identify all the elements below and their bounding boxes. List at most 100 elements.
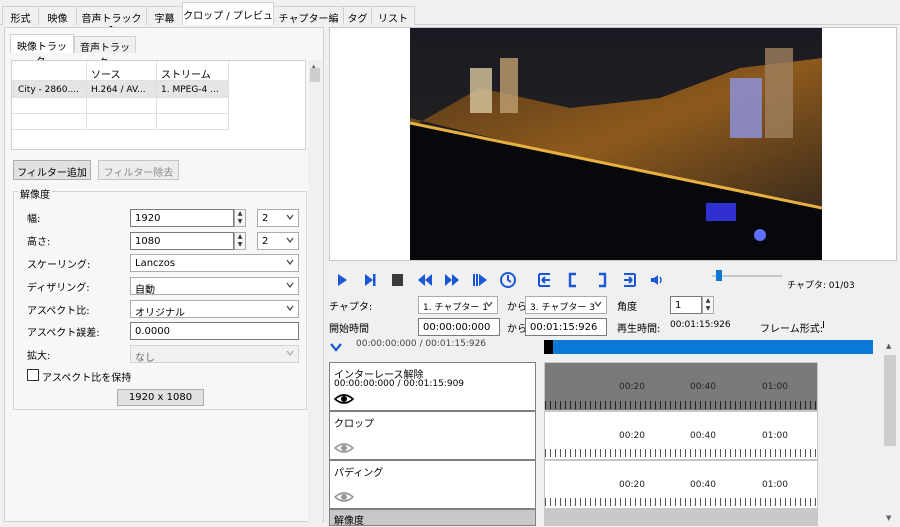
chapter-from-select[interactable]: 1. チャプター 1 <box>418 296 498 314</box>
table-cell: City - 2860.... <box>12 81 87 98</box>
track-timeline[interactable]: 00:20 00:40 01:00 <box>544 460 818 509</box>
tracks-scrollbar[interactable]: ▲ ▼ <box>882 340 898 524</box>
play-icon[interactable] <box>333 270 351 290</box>
table-cell: 1. MPEG-4 ... <box>157 81 229 98</box>
chevron-down-icon <box>594 301 602 307</box>
volume-icon[interactable] <box>648 270 666 290</box>
volume-slider[interactable] <box>712 275 782 277</box>
chevron-down-icon <box>286 214 294 220</box>
resolution-group-title: 解像度 <box>18 186 52 201</box>
mark-out-icon[interactable] <box>620 270 638 290</box>
width-multiple-select[interactable]: 2 <box>257 209 299 227</box>
add-filter-button[interactable]: フィルター追加 <box>13 160 91 180</box>
table-cell <box>157 114 229 130</box>
eye-icon[interactable] <box>334 490 354 504</box>
tab-subtitles[interactable]: 字幕 <box>146 6 183 25</box>
scroll-down-icon[interactable]: ▼ <box>886 514 891 522</box>
next-frame-icon[interactable] <box>361 270 379 290</box>
fast-forward-icon[interactable] <box>443 270 461 290</box>
track-timeline[interactable]: 00:20 00:40 01:00 <box>544 411 818 460</box>
chapter-counter: チャプタ: 01/03 <box>787 281 855 291</box>
end-time-field[interactable]: 00:01:15:926 <box>525 318 607 336</box>
chapter-label: チャプタ: <box>329 302 373 313</box>
frame-type-label: フレーム形式: <box>760 324 824 335</box>
chapter-to-select[interactable]: 3. チャプター 3 <box>525 296 607 314</box>
scrollbar-thumb[interactable] <box>884 355 896 446</box>
track-timeline[interactable]: 00:20 00:40 01:00 <box>544 362 818 411</box>
track-table: ソース ストリーム City - 2860.... H.264 / AV... … <box>11 60 306 150</box>
chevron-down-icon <box>286 282 294 288</box>
table-cell <box>87 114 157 130</box>
angle-field[interactable]: 1 <box>670 296 702 314</box>
stop-icon[interactable] <box>388 270 406 290</box>
angle-stepper[interactable]: ▲ ▼ <box>702 296 714 314</box>
tick-label: 00:40 <box>690 431 716 441</box>
chevron-down-icon <box>286 350 294 356</box>
start-time-label: 開始時間 <box>329 324 369 335</box>
skip-end-icon[interactable] <box>471 270 489 290</box>
tick-label: 01:00 <box>762 480 788 490</box>
height-stepper[interactable]: ▲ ▼ <box>234 232 246 250</box>
scaling-label: スケーリング: <box>27 260 91 271</box>
tab-crop-preview[interactable]: クロップ / プレビュー <box>182 2 274 37</box>
timeline-ruler <box>545 498 817 506</box>
eye-icon[interactable] <box>334 392 354 406</box>
left-scrollbar[interactable]: ▲ <box>308 60 322 522</box>
subtab-audio-track[interactable]: 音声トラック: <box>74 36 136 69</box>
tick-label: 00:20 <box>619 382 645 392</box>
start-time-field[interactable]: 00:00:00:000 <box>418 318 500 336</box>
mark-in-icon[interactable] <box>536 270 554 290</box>
zoom-select[interactable]: なし <box>130 345 299 364</box>
volume-slider-thumb[interactable] <box>716 270 722 281</box>
tab-tags[interactable]: タグ <box>343 6 372 25</box>
width-field[interactable]: 1920 <box>130 209 234 227</box>
track-title: クロップ <box>334 419 374 430</box>
chevron-down-icon <box>286 237 294 243</box>
tab-video[interactable]: 映像 <box>38 6 77 25</box>
bracket-right-icon[interactable] <box>593 270 611 290</box>
table-header-stream[interactable]: ストリーム <box>157 61 229 81</box>
height-multiple-select[interactable]: 2 <box>257 232 299 250</box>
aspect-error-field[interactable]: 0.0000 <box>130 322 299 340</box>
height-field[interactable]: 1080 <box>130 232 234 250</box>
eye-icon[interactable] <box>334 441 354 455</box>
tick-label: 00:20 <box>619 431 645 441</box>
table-cell <box>12 114 87 130</box>
table-header <box>12 61 87 81</box>
size-display-button[interactable]: 1920 x 1080 <box>117 389 204 406</box>
track-crop[interactable]: クロップ <box>329 411 536 460</box>
playtime-value: 00:01:15:926 <box>670 320 731 330</box>
tick-label: 00:40 <box>690 382 716 392</box>
table-header-source[interactable]: ソース <box>87 61 157 81</box>
tab-audio-track-1[interactable]: 音声トラック 1 <box>76 6 147 36</box>
keep-aspect-checkbox[interactable] <box>27 369 39 381</box>
track-timeline[interactable] <box>544 509 818 526</box>
rewind-icon[interactable] <box>416 270 434 290</box>
tick-label: 01:00 <box>762 431 788 441</box>
tab-format[interactable]: 形式 <box>2 6 39 25</box>
playhead[interactable] <box>544 340 553 354</box>
track-padding[interactable]: パディング <box>329 460 536 509</box>
width-stepper[interactable]: ▲ ▼ <box>234 209 246 227</box>
chevron-down-icon[interactable] <box>329 340 343 354</box>
timeline-progress-bar[interactable] <box>544 340 873 354</box>
keep-aspect-label: アスペクト比を保持 <box>42 373 132 384</box>
clock-icon[interactable] <box>499 270 517 290</box>
tab-list[interactable]: リスト <box>371 6 415 25</box>
scroll-up-icon[interactable]: ▲ <box>886 342 891 350</box>
dither-select[interactable]: 自動 <box>130 277 299 296</box>
scaling-select[interactable]: Lanczos <box>130 254 299 272</box>
tab-chapter-edit[interactable]: チャプター編集 <box>273 6 344 40</box>
track-deinterlace[interactable]: インターレース解除 00:00:00:000 / 00:01:15:909 <box>329 362 536 411</box>
angle-label: 角度 <box>617 302 637 313</box>
bracket-left-icon[interactable] <box>564 270 582 290</box>
subtab-video-track[interactable]: 映像トラック: <box>10 34 74 68</box>
track-resolution[interactable]: 解像度 <box>329 509 536 527</box>
dither-label: ディザリング: <box>27 283 90 294</box>
zoom-label: 拡大: <box>27 351 51 362</box>
aspect-select[interactable]: オリジナル <box>130 300 299 319</box>
scrollbar-thumb[interactable] <box>310 68 320 82</box>
video-preview[interactable] <box>410 28 822 260</box>
remove-filter-button[interactable]: フィルター除去 <box>98 160 179 180</box>
timeline-ruler <box>545 401 817 409</box>
